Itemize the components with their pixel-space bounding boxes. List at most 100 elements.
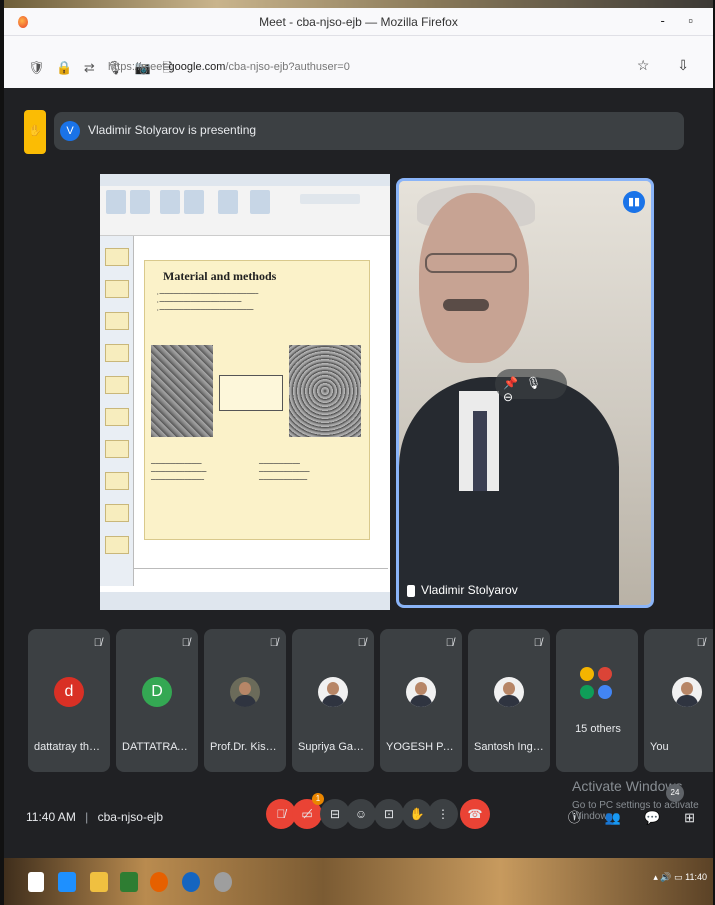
others-tile[interactable]: 15 others [556,629,638,772]
toolbar-right-icons[interactable]: ☆ ⇩ [637,57,701,74]
speaker-tile[interactable]: ▮▮ 📌🎙⊖ Vladimir Stolyarov [396,178,654,608]
micrograph-right [289,345,361,437]
meeting-time: 11:40 AM [26,810,76,824]
muted-mic-icon: 🎙̸ [696,637,705,649]
slide-text-block: ━━━━━━━━━━━━━━━━━━━━━━━ [151,469,207,474]
powerpoint-ribbon [100,174,390,236]
meet-side-controls[interactable]: ⓘ 👥 💬 ⊞ [568,807,705,826]
slide-text-block: ━━━━━━━━━━━━━━━━━━━━━━ [151,477,204,482]
slide-thumbnail [105,408,129,426]
speaker-name: Vladimir Stolyarov [421,583,518,597]
presenter-avatar: V [60,121,80,141]
participant-name: Santosh Ingole [474,741,546,753]
slide-text-block: ━━━━━━━━━━━━━━━━━━━━━ [151,461,202,466]
slide-text-block: ━━━━━━━━━━━━━━━━━━━━━ [259,469,310,474]
participant-tile[interactable]: 🎙̸ d dattatray thange [28,629,110,772]
slide-thumbnail [105,536,129,554]
pin-icon [407,584,415,597]
muted-mic-icon: 🎙̸ [445,637,454,649]
tile-hover-controls[interactable]: 📌🎙⊖ [495,369,567,404]
slide-thumbnail [105,344,129,362]
store-icon[interactable] [120,872,138,892]
address-bar[interactable]: https://meet.google.com/cba-njso-ejb?aut… [108,61,350,73]
participant-avatar: d [54,677,84,707]
present-button[interactable]: ⊡ [374,799,404,829]
app-icon[interactable] [214,872,232,892]
slide-title: Material and methods [163,269,277,283]
current-slide: Material and methods • ━━━━━━━━━━━━━━━━━… [144,260,370,540]
participant-tile[interactable]: 🎙̸ D DATTATRAYA TH... [116,629,198,772]
presentation-tile[interactable]: Material and methods • ━━━━━━━━━━━━━━━━━… [100,174,390,610]
participant-avatar: D [142,677,172,707]
slide-text-block: ━━━━━━━━━━━━━━━━━ [259,461,300,466]
slide-thumbnails [100,236,134,586]
participant-name: DATTATRAYA TH... [122,741,194,753]
emoji-button[interactable]: ☺ [346,799,376,829]
participant-name: Supriya Gadhe [298,741,370,753]
others-avatars [580,667,614,701]
slide-notes [134,568,388,586]
desktop-wallpaper-strip [4,0,713,8]
slide-thumbnail [105,504,129,522]
avatar-dot [580,685,594,699]
slide-thumbnail [105,376,129,394]
participant-name: dattatray thange [34,741,106,753]
speaker-name-label: Vladimir Stolyarov [407,583,518,597]
participant-tile[interactable]: 🎙̸ Santosh Ingole [468,629,550,772]
participant-name: Prof.Dr. Kishor K... [210,741,282,753]
slide-thumbnail [105,248,129,266]
window-controls[interactable]: - ▫ [660,13,703,28]
file-explorer-icon[interactable] [90,872,108,892]
firefox-taskbar-icon[interactable] [150,872,168,892]
participant-photo [318,677,348,707]
ribbon-group [106,190,126,214]
ribbon-group [300,194,360,204]
system-tray[interactable]: ▴ 🔊 ▭ 11:40 [653,872,707,883]
slide-text-block: ━━━━━━━━━━━━━━━━━━━━ [259,477,308,482]
start-button-icon[interactable] [28,872,44,892]
ribbon-group [250,190,270,214]
speaker-glasses [425,253,517,273]
window-title: Meet - cba-njso-ejb — Mozilla Firefox [259,15,458,29]
muted-mic-icon: 🎙̸ [93,637,102,649]
url-suffix: /cba-njso-ejb?authuser=0 [225,61,350,73]
activate-title: Activate Windows [572,778,683,794]
participant-photo [406,677,436,707]
meeting-info: 11:40 AM | cba-njso-ejb [26,810,163,824]
more-options-button[interactable]: ⋮ [428,799,458,829]
presenting-text: Vladimir Stolyarov is presenting [88,123,257,137]
internet-explorer-icon[interactable] [58,872,76,892]
browser-toolbar: 🛡 🔒 ⇄ 🎙 📷 🗎 https://meet.google.com/cba-… [4,36,713,88]
presenting-pill[interactable]: V Vladimir Stolyarov is presenting [54,112,684,150]
muted-mic-icon: 🎙̸ [533,637,542,649]
specimen-diagram [219,375,283,411]
speaking-indicator-icon: ▮▮ [623,191,645,213]
browser-titlebar: Meet - cba-njso-ejb — Mozilla Firefox - … [4,8,713,36]
self-photo [672,677,702,707]
meet-control-bar: 11:40 AM | cba-njso-ejb 🎙̸ ▭̸ 1 ⊟ ☺ ⊡ ✋ ⋮… [4,778,713,858]
raised-hand-chip[interactable]: ✋ [24,110,46,154]
leave-call-button[interactable]: ☎ [460,799,490,829]
ribbon-group [130,190,150,214]
participant-tile[interactable]: 🎙̸ YOGESH PATHARE [380,629,462,772]
edge-icon[interactable] [182,872,200,892]
participant-tile[interactable]: 🎙̸ Supriya Gadhe [292,629,374,772]
url-domain: google.com [168,61,226,73]
participant-name: YOGESH PATHARE [386,741,458,753]
people-count-badge: 24 [666,784,684,802]
speaker-jacket [399,377,619,605]
participant-tile[interactable]: 🎙̸ Prof.Dr. Kishor K... [204,629,286,772]
slide-thumbnail [105,312,129,330]
muted-mic-icon: 🎙̸ [181,637,190,649]
slide-bullet-line: • ━━━━━━━━━━━━━━━━━━━━━━━━━━━━━━━━━━━━━━… [157,307,254,312]
taskbar-clock: 11:40 [685,872,707,882]
windows-taskbar: ▴ 🔊 ▭ 11:40 [4,858,713,905]
raise-hand-count: 1 [312,793,324,805]
ribbon-group [160,190,180,214]
camera-toggle-button[interactable]: ▭̸ 1 [292,793,324,829]
muted-mic-icon: 🎙̸ [357,637,366,649]
ribbon-group [218,190,238,214]
powerpoint-statusbar [100,592,390,610]
self-tile[interactable]: 🎙̸ You [644,629,713,772]
avatar-dot [580,667,594,681]
